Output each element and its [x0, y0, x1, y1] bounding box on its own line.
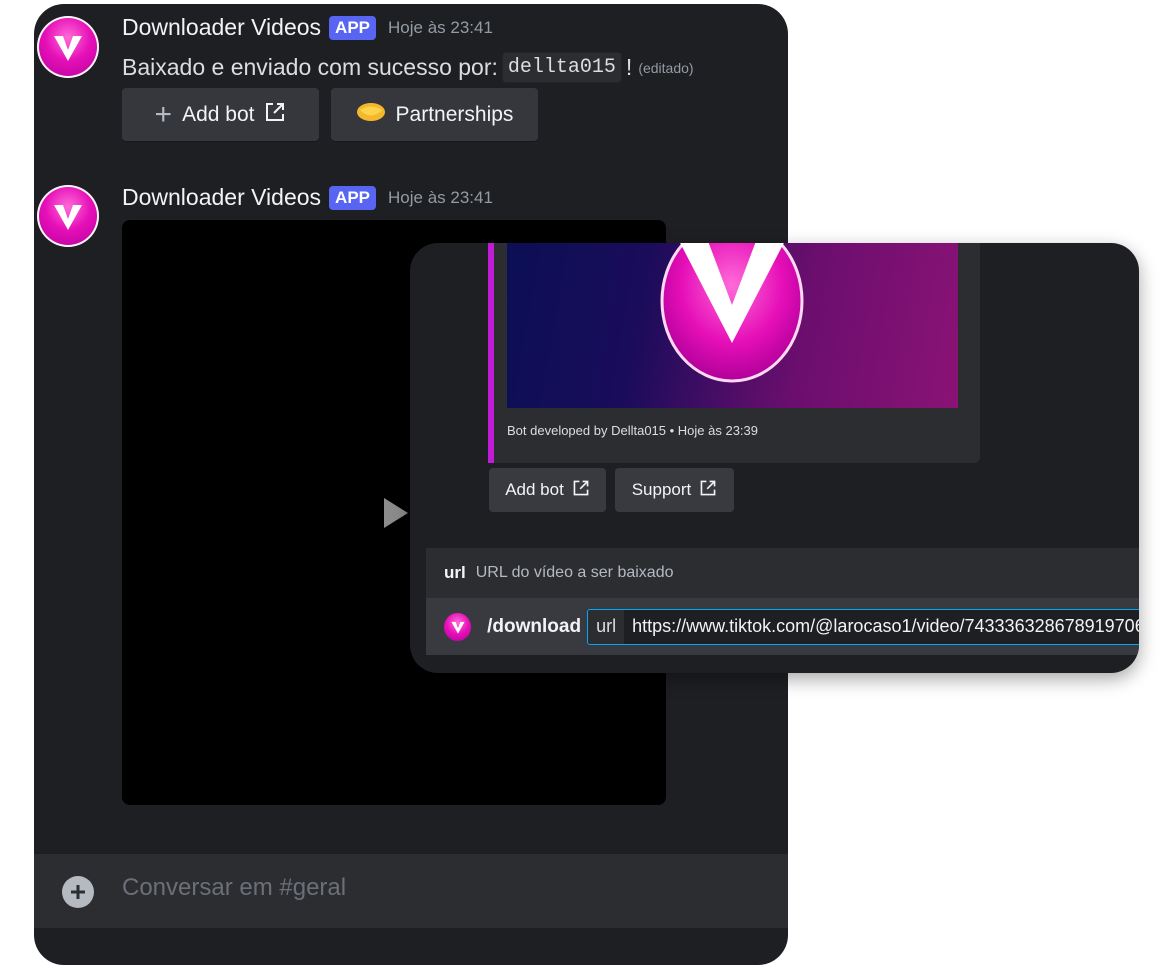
message-timestamp: Hoje às 23:41 [388, 17, 493, 37]
external-link-icon [264, 101, 286, 129]
embed-logo-image[interactable] [507, 243, 958, 408]
command-url-parameter[interactable]: url https://www.tiktok.com/@larocaso1/vi… [587, 608, 1139, 645]
external-link-icon [572, 479, 590, 502]
bot-embed: Bot developed by Dellta015 • Hoje às 23:… [488, 243, 980, 463]
message-suffix: ! [625, 54, 633, 80]
support-button[interactable]: Support [615, 468, 734, 512]
app-tag: APP [329, 185, 377, 210]
attach-plus-icon[interactable] [62, 876, 94, 908]
command-option-hint: url URL do vídeo a ser baixado [426, 548, 1139, 598]
add-bot-button[interactable]: Add bot [489, 468, 606, 512]
option-name: url [444, 563, 466, 582]
option-description: URL do vídeo a ser baixado [475, 564, 674, 581]
bot-avatar-small [444, 612, 472, 641]
partnerships-label: Partnerships [395, 102, 514, 126]
message-text: Baixado e enviado com sucesso por: [122, 54, 498, 80]
support-label: Support [631, 480, 692, 499]
message-input[interactable]: Conversar em #geral [122, 874, 346, 902]
author-name[interactable]: Downloader Videos [122, 14, 321, 41]
command-name: /download [487, 615, 582, 637]
message-timestamp: Hoje às 23:41 [388, 187, 493, 207]
message-content: Baixado e enviado com sucesso por: dellt… [122, 52, 694, 83]
bot-avatar[interactable] [37, 16, 99, 78]
username-code: dellta015 [501, 52, 622, 83]
message-header: Downloader Videos APP Hoje às 23:41 [122, 184, 493, 211]
add-bot-button[interactable]: + Add bot [122, 88, 319, 141]
app-tag: APP [329, 15, 377, 40]
author-name[interactable]: Downloader Videos [122, 184, 321, 211]
slash-command-bar: /download url https://www.tiktok.com/@la… [426, 598, 1139, 655]
param-label: url [588, 609, 625, 644]
external-link-icon [699, 479, 717, 502]
message-header: Downloader Videos APP Hoje às 23:41 [122, 14, 493, 41]
partnerships-button[interactable]: Partnerships [331, 88, 538, 141]
url-input[interactable]: https://www.tiktok.com/@larocaso1/video/… [624, 609, 1139, 644]
play-icon[interactable] [384, 498, 408, 528]
add-bot-label: Add bot [505, 480, 564, 499]
add-bot-label: Add bot [182, 102, 255, 126]
command-overlay-card: Bot developed by Dellta015 • Hoje às 23:… [410, 243, 1139, 673]
message-composer: Conversar em #geral [34, 854, 788, 928]
edited-label: (editado) [638, 59, 694, 76]
handshake-icon [356, 101, 386, 129]
plus-icon: + [154, 97, 173, 131]
bot-avatar[interactable] [37, 185, 99, 247]
embed-footer: Bot developed by Dellta015 • Hoje às 23:… [507, 423, 758, 438]
